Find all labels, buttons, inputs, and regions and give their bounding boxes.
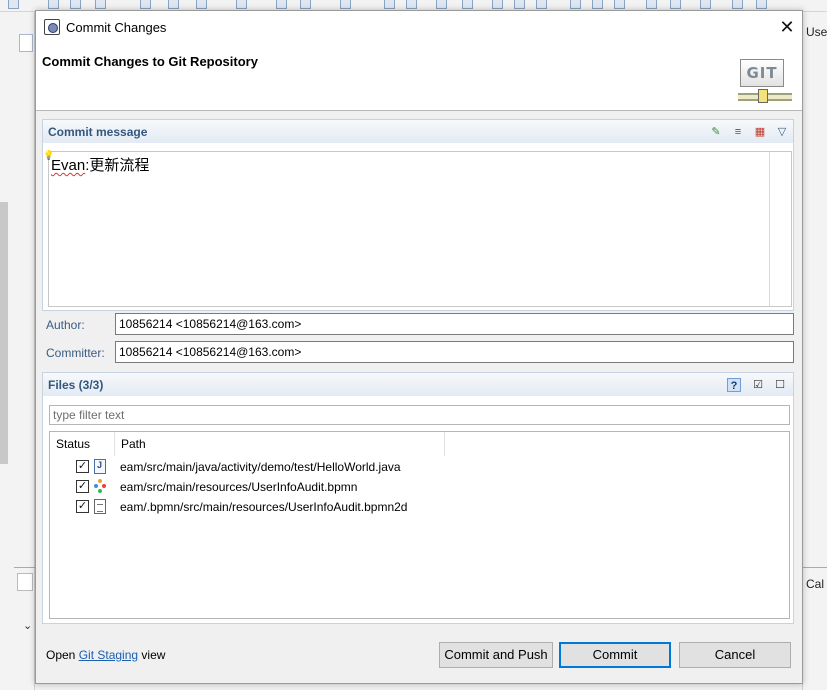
workbench-tab-label[interactable]: Cal <box>806 577 824 591</box>
toolbar-icon[interactable] <box>406 0 417 9</box>
toolbar-icon[interactable] <box>614 0 625 9</box>
dialog-title: Commit Changes <box>66 20 167 35</box>
toolbar-icon[interactable] <box>140 0 151 9</box>
java-file-icon <box>94 459 106 474</box>
file-path: eam/src/main/java/activity/demo/test/Hel… <box>120 460 401 474</box>
select-all-icon[interactable]: ☑ <box>751 378 765 392</box>
dialog-titlebar[interactable]: Commit Changes ✕ <box>36 11 802 43</box>
toolbar-icon[interactable] <box>384 0 395 9</box>
toolbar-icon[interactable] <box>462 0 473 9</box>
search-icon[interactable] <box>756 0 767 9</box>
toolbar-icon[interactable] <box>536 0 547 9</box>
commit-dialog: Commit Changes ✕ Commit Changes to Git R… <box>35 10 803 684</box>
files-table: Status Path ✓ eam/src/main/java/activity… <box>49 431 790 619</box>
view-tab[interactable] <box>17 573 33 591</box>
toolbar-icon[interactable] <box>236 0 247 9</box>
file-path: eam/.bpmn/src/main/resources/UserInfoAud… <box>120 500 408 514</box>
toolbar-icon[interactable] <box>592 0 603 9</box>
author-field[interactable]: 10856214 <10856214@163.com> <box>115 313 794 335</box>
editor-tab[interactable] <box>19 34 33 52</box>
search-icon[interactable] <box>732 0 743 9</box>
toolbar-icon[interactable] <box>70 0 81 9</box>
toolbar-icon[interactable] <box>570 0 581 9</box>
toolbar-icon[interactable] <box>670 0 681 9</box>
commit-button[interactable]: Commit <box>559 642 671 668</box>
close-icon: ✕ <box>779 17 795 37</box>
file-checkbox[interactable]: ✓ <box>76 460 89 473</box>
commit-and-push-button[interactable]: Commit and Push <box>439 642 553 668</box>
git-staging-link[interactable]: Git Staging <box>79 648 138 662</box>
commit-message-label: Commit message <box>48 125 148 139</box>
cancel-button[interactable]: Cancel <box>679 642 791 668</box>
git-logo-icon: GIT <box>738 59 794 107</box>
commit-message-scrollbar[interactable] <box>769 152 791 306</box>
file-row[interactable]: ✓ eam/src/main/java/activity/demo/test/H… <box>50 457 789 477</box>
workbench-right-pane: Use Cal <box>802 12 827 690</box>
close-button[interactable]: ✕ <box>774 15 800 39</box>
workbench-tab-label[interactable]: Use <box>806 25 827 39</box>
git-logo-knob <box>758 89 768 103</box>
toolbar-icon[interactable] <box>514 0 525 9</box>
file-checkbox[interactable]: ✓ <box>76 480 89 493</box>
bpmn2d-file-icon <box>94 499 106 514</box>
workbench-left-pane: ⌄ <box>0 12 35 690</box>
amend-icon[interactable]: ≡ <box>731 125 745 139</box>
files-section-header: Files (3/3) ? ☑ ☐ <box>42 372 794 396</box>
divider <box>14 567 35 568</box>
commit-message-input[interactable]: 💡 Evan:更新流程 <box>43 150 792 307</box>
files-label: Files (3/3) <box>48 378 104 392</box>
author-label: Author: <box>46 318 85 332</box>
show-untracked-icon[interactable]: ? <box>727 378 741 392</box>
toolbar-icon[interactable] <box>492 0 503 9</box>
toolbar-icon[interactable] <box>436 0 447 9</box>
deselect-all-icon[interactable]: ☐ <box>773 378 787 392</box>
toolbar-icon[interactable] <box>168 0 179 9</box>
git-logo-text: GIT <box>740 59 784 87</box>
scrollbar[interactable] <box>0 202 8 464</box>
column-header-status[interactable]: Status <box>50 432 115 456</box>
committer-field[interactable]: 10856214 <10856214@163.com> <box>115 341 794 363</box>
bpmn-file-icon <box>94 479 106 494</box>
open-staging-text: Open Git Staging view <box>46 648 165 662</box>
file-filter-input[interactable] <box>49 405 790 425</box>
toolbar-icon[interactable] <box>700 0 711 9</box>
toolbar-icon[interactable] <box>95 0 106 9</box>
toolbar-icon[interactable] <box>340 0 351 9</box>
file-checkbox[interactable]: ✓ <box>76 500 89 513</box>
toolbar-icon[interactable] <box>646 0 657 9</box>
open-prefix: Open <box>46 648 76 662</box>
eclipse-icon <box>44 19 60 35</box>
dialog-header: Commit Changes to Git Repository GIT <box>36 43 802 111</box>
toolbar-icon[interactable] <box>276 0 287 9</box>
divider <box>803 567 827 568</box>
file-path: eam/src/main/resources/UserInfoAudit.bpm… <box>120 480 358 494</box>
toolbar-icon[interactable] <box>48 0 59 9</box>
file-row[interactable]: ✓ eam/.bpmn/src/main/resources/UserInfoA… <box>50 497 789 517</box>
column-header-path[interactable]: Path <box>115 432 445 456</box>
add-signed-off-icon[interactable]: ✎ <box>709 125 723 139</box>
commit-message-section-header: Commit message ✎ ≡ ▦ ▽ <box>42 119 794 143</box>
commit-message-text: :更新流程 <box>85 157 150 174</box>
menu-dropdown-icon[interactable]: ▽ <box>775 125 789 139</box>
open-suffix: view <box>141 648 166 662</box>
commit-message-author-word: Evan <box>51 157 86 174</box>
toolbar-icon[interactable] <box>196 0 207 9</box>
toolbar-icon[interactable] <box>8 0 19 9</box>
header-title: Commit Changes to Git Repository <box>42 54 258 69</box>
toolbar-icon[interactable] <box>300 0 311 9</box>
file-row[interactable]: ✓ eam/src/main/resources/UserInfoAudit.b… <box>50 477 789 497</box>
committer-label: Committer: <box>46 346 105 360</box>
chevron-down-icon[interactable]: ⌄ <box>23 619 32 632</box>
compute-changeid-icon[interactable]: ▦ <box>753 125 767 139</box>
